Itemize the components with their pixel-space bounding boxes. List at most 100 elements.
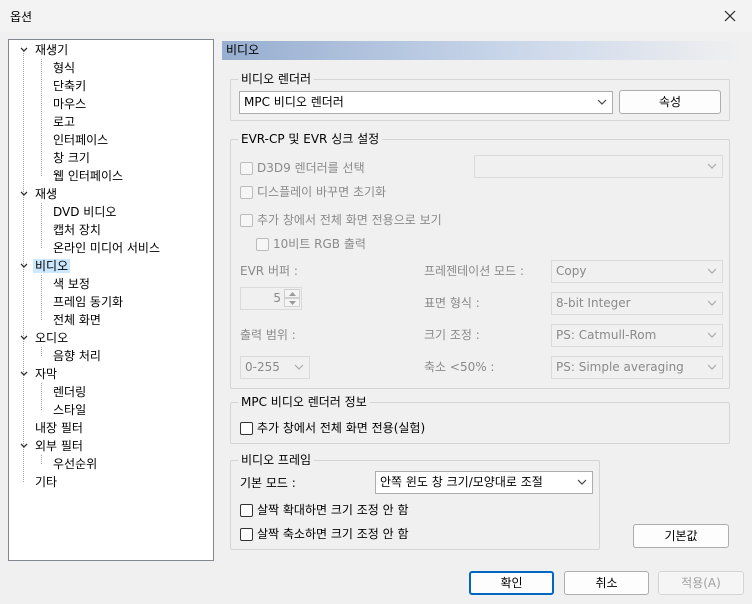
resize-select[interactable]: PS: Catmull-Rom — [551, 324, 723, 347]
tree-item-label: 내장 필터 — [35, 421, 83, 435]
tree-item-label: 재생 — [35, 187, 58, 201]
downscale-select[interactable]: PS: Simple averaging — [551, 356, 723, 379]
tree-item-label: 기타 — [35, 475, 58, 489]
tree-item-dvd[interactable]: DVD 비디오 — [51, 203, 118, 221]
tree-item-window-size[interactable]: 창 크기 — [51, 149, 92, 167]
tree-item-label: 로고 — [53, 115, 76, 129]
tree-item-label: 비디오 — [33, 259, 71, 273]
tree-item-label: 오디오 — [35, 331, 69, 345]
tree-branch-line — [41, 275, 42, 320]
evr-group-title: EVR-CP 및 EVR 싱크 설정 — [238, 132, 383, 146]
tree-item-online-media[interactable]: 온라인 미디어 서비스 — [51, 239, 162, 257]
tree-item-label: 우선순위 — [53, 457, 98, 471]
present-mode-label: 프레젠테이션 모드 : — [424, 264, 524, 278]
tree-item-video[interactable]: 비디오 — [20, 257, 71, 275]
tree-branch-line — [41, 59, 42, 176]
tree-item-web-interface[interactable]: 웹 인터페이스 — [51, 167, 125, 185]
tree-item-formats[interactable]: 형식 — [51, 59, 77, 77]
chevron-up-icon — [289, 292, 296, 296]
mpcvr-group-title: MPC 비디오 렌더러 정보 — [238, 395, 370, 409]
tree-item-interface[interactable]: 인터페이스 — [51, 131, 110, 149]
chevron-down-icon — [707, 364, 717, 370]
no-zoom-in-label: 살짝 확대하면 크기 조정 안 함 — [257, 503, 409, 517]
downscale-label: 축소 <50% : — [424, 360, 495, 374]
tree-item-logo[interactable]: 로고 — [51, 113, 77, 131]
evr-exclusive-checkbox[interactable]: 추가 창에서 전체 화면 전용으로 보기 — [240, 212, 442, 228]
tree-item-style[interactable]: 스타일 — [51, 401, 88, 419]
spin-up-button[interactable] — [284, 289, 300, 298]
close-button[interactable] — [708, 0, 752, 32]
tree-item-label: 음향 처리 — [53, 349, 101, 363]
chevron-down-icon — [294, 364, 304, 370]
present-mode-select[interactable]: Copy — [551, 260, 723, 283]
chevron-down-icon — [20, 335, 28, 340]
mpcvr-exclusive-label: 추가 창에서 전체 화면 전용(실험) — [257, 421, 426, 435]
tree-item-color[interactable]: 색 보정 — [51, 275, 92, 293]
d3d9-label: D3D9 렌더러를 선택 — [257, 161, 365, 175]
chevron-down-icon — [597, 99, 607, 105]
tree-item-misc[interactable]: 기타 — [33, 473, 59, 491]
chevron-down-icon — [707, 268, 717, 274]
tree-item-playback[interactable]: 재생 — [20, 185, 59, 203]
page-title: 비디오 — [222, 41, 744, 60]
tenbit-checkbox[interactable]: 10비트 RGB 출력 — [256, 236, 366, 252]
tree-item-keys[interactable]: 단축키 — [51, 77, 88, 95]
tree-item-label: 전체 화면 — [53, 313, 101, 327]
tree-item-audio-processing[interactable]: 음향 처리 — [51, 347, 103, 365]
tree-item-capture[interactable]: 캡처 장치 — [51, 221, 103, 239]
apply-button[interactable]: 적용(A) — [658, 571, 744, 595]
tree-item-label: 창 크기 — [53, 151, 90, 165]
output-range-value: 0-255 — [245, 360, 280, 374]
output-range-label: 출력 범위 : — [240, 328, 296, 342]
tree-item-sync[interactable]: 프레임 동기화 — [51, 293, 125, 311]
resize-label: 크기 조정 : — [424, 328, 480, 342]
evr-buffer-label: EVR 버퍼 : — [240, 264, 298, 278]
no-zoom-in-checkbox[interactable]: 살짝 확대하면 크기 조정 안 함 — [240, 502, 409, 518]
tree-item-subtitles[interactable]: 자막 — [20, 365, 59, 383]
cancel-button[interactable]: 취소 — [564, 571, 649, 595]
resize-value: PS: Catmull-Rom — [556, 328, 657, 342]
tree-item-label: 인터페이스 — [53, 133, 109, 147]
evr-buffer-spinner[interactable]: 5 — [240, 287, 302, 310]
tree-item-rendering[interactable]: 렌더링 — [51, 383, 88, 401]
renderer-group-title: 비디오 렌더러 — [238, 72, 315, 86]
options-tree[interactable]: 재생기 형식 단축키 마우스 로고 인터페이스 창 크기 웹 인터페이스 재생 … — [8, 39, 214, 561]
d3d9-device-select[interactable] — [474, 155, 723, 178]
tree-item-label: 재생기 — [35, 43, 69, 57]
tree-item-external-filters[interactable]: 외부 필터 — [20, 437, 85, 455]
tree-item-label: 온라인 미디어 서비스 — [53, 241, 160, 255]
tree-item-label: 색 보정 — [53, 277, 90, 291]
chevron-down-icon — [289, 301, 296, 305]
tree-item-priority[interactable]: 우선순위 — [51, 455, 99, 473]
default-button[interactable]: 기본값 — [633, 524, 729, 548]
surface-format-label: 표면 형식 : — [424, 296, 480, 310]
chevron-down-icon — [20, 443, 28, 448]
tree-branch-line — [41, 347, 42, 356]
tree-item-label: DVD 비디오 — [53, 205, 117, 219]
default-mode-select[interactable]: 안쪽 윈도 창 크기/모양대로 조절 — [375, 471, 593, 494]
reset-display-checkbox[interactable]: 디스플레이 바꾸면 초기화 — [240, 184, 386, 200]
tree-item-fullscreen[interactable]: 전체 화면 — [51, 311, 103, 329]
tree-item-audio[interactable]: 오디오 — [20, 329, 70, 347]
d3d9-checkbox[interactable]: D3D9 렌더러를 선택 — [240, 160, 365, 176]
default-mode-value: 안쪽 윈도 창 크기/모양대로 조절 — [380, 475, 543, 489]
chevron-down-icon — [20, 47, 28, 52]
tree-item-label: 마우스 — [53, 97, 87, 111]
evr-buffer-value: 5 — [273, 291, 281, 305]
no-zoom-out-checkbox[interactable]: 살짝 축소하면 크기 조정 안 함 — [240, 526, 409, 542]
tree-item-label: 캡처 장치 — [53, 223, 101, 237]
mpcvr-exclusive-checkbox[interactable]: 추가 창에서 전체 화면 전용(실험) — [240, 420, 425, 436]
properties-button[interactable]: 속성 — [619, 90, 721, 114]
tree-branch-line — [41, 203, 42, 248]
spin-down-button[interactable] — [284, 298, 300, 307]
title-bar: 옵션 — [0, 0, 752, 32]
surface-format-select[interactable]: 8-bit Integer — [551, 292, 723, 315]
default-mode-label: 기본 모드 : — [240, 476, 296, 490]
ok-button[interactable]: 확인 — [469, 571, 554, 595]
renderer-select[interactable]: MPC 비디오 렌더러 — [239, 91, 613, 114]
tree-item-internal-filters[interactable]: 내장 필터 — [33, 419, 85, 437]
output-range-select[interactable]: 0-255 — [240, 356, 310, 379]
present-mode-value: Copy — [556, 264, 587, 278]
tree-item-mouse[interactable]: 마우스 — [51, 95, 88, 113]
tree-item-player[interactable]: 재생기 — [20, 41, 70, 59]
